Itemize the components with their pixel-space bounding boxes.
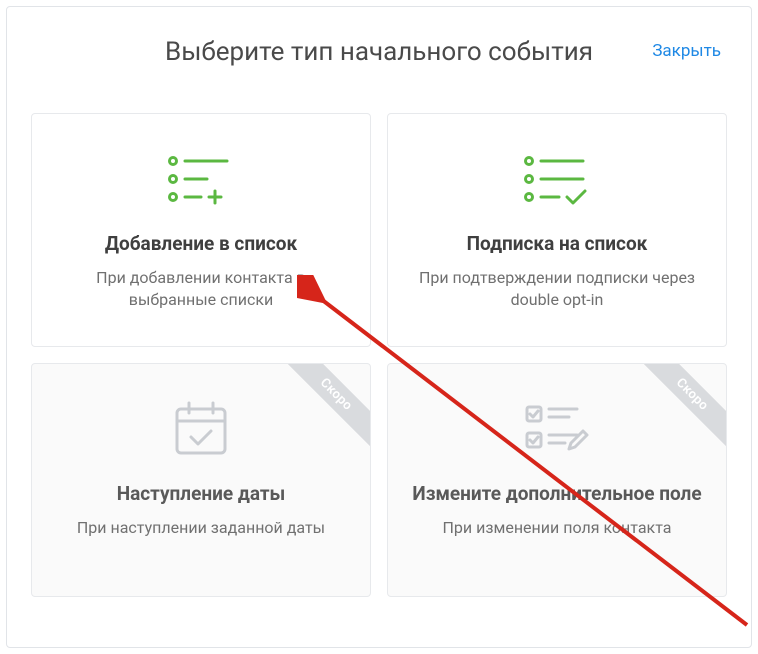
modal-title: Выберите тип начального события <box>31 37 727 67</box>
card-add-to-list[interactable]: Добавление в список При добавлении конта… <box>31 113 371 347</box>
card-title: Измените дополнительное поле <box>408 482 706 507</box>
modal-header: Выберите тип начального события Закрыть <box>31 37 727 67</box>
close-button[interactable]: Закрыть <box>652 41 721 61</box>
card-desc: При подтверждении подписки через double … <box>408 267 706 312</box>
card-desc: При наступлении заданной даты <box>52 517 350 539</box>
add-to-list-icon <box>52 144 350 214</box>
calendar-icon <box>52 394 350 464</box>
card-desc: При изменении поля контакта <box>408 517 706 539</box>
card-field-change: Скоро Измените дополнит <box>387 363 727 597</box>
card-desc: При добавлении контакта в выбранные спис… <box>52 267 350 312</box>
cards-grid: Добавление в список При добавлении конта… <box>31 113 727 597</box>
event-type-modal: Выберите тип начального события Закрыть <box>6 6 752 648</box>
checklist-edit-icon <box>408 394 706 464</box>
card-title: Подписка на список <box>408 232 706 257</box>
card-date-reached: Скоро Наступление даты При наступлении з… <box>31 363 371 597</box>
card-title: Добавление в список <box>52 232 350 257</box>
card-title: Наступление даты <box>52 482 350 507</box>
subscribe-list-icon <box>408 144 706 214</box>
card-subscribe-list[interactable]: Подписка на список При подтверждении под… <box>387 113 727 347</box>
